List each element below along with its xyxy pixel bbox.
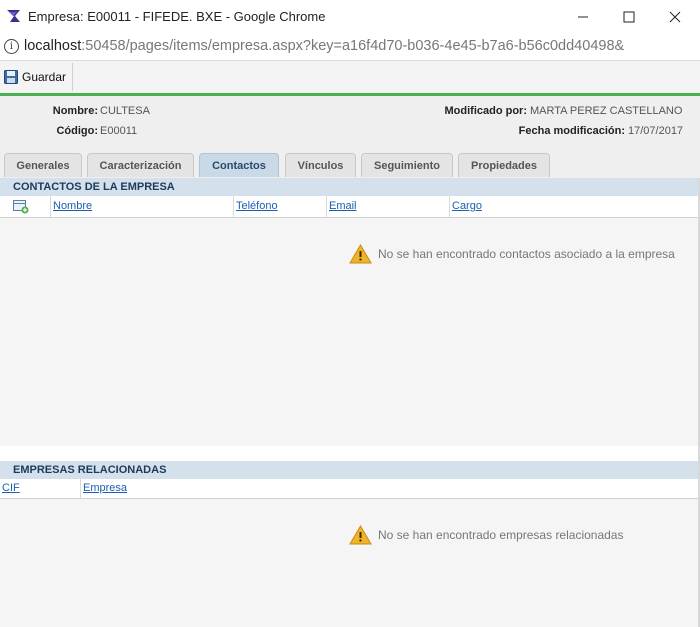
column-cargo[interactable]: Cargo — [449, 196, 700, 217]
empresas-empty-message: No se han encontrado empresas relacionad… — [349, 525, 623, 545]
tab-propiedades[interactable]: Propiedades — [458, 153, 550, 177]
toolbar: Guardar — [0, 61, 700, 96]
info-icon[interactable]: i — [4, 39, 19, 54]
minimize-icon[interactable] — [560, 0, 606, 33]
codigo-value: E00011 — [100, 125, 138, 137]
section-spacer — [0, 446, 700, 461]
url-path: :50458/pages/items/empresa.aspx?key=a16f… — [81, 38, 625, 54]
window-titlebar: Empresa: E00011 - FIFEDE. BXE - Google C… — [0, 0, 700, 34]
contactos-section-title: CONTACTOS DE LA EMPRESA — [0, 178, 700, 196]
tab-generales[interactable]: Generales — [4, 153, 82, 177]
modificado-value: MARTA PEREZ CASTELLANO — [530, 105, 683, 117]
tab-contactos[interactable]: Contactos — [199, 153, 279, 177]
nombre-label: Nombre: — [52, 105, 98, 117]
column-nombre[interactable]: Nombre — [50, 196, 233, 217]
tab-seguimiento[interactable]: Seguimiento — [361, 153, 453, 177]
codigo-label: Código: — [56, 125, 98, 137]
contactos-panel: No se han encontrado contactos asociado … — [0, 218, 700, 446]
add-contact-button[interactable] — [0, 196, 50, 217]
column-empresa[interactable]: Empresa — [80, 479, 700, 498]
fecha-label: Fecha modificación: — [518, 125, 625, 137]
contactos-empty-text: No se han encontrado contactos asociado … — [378, 247, 675, 261]
fecha-value: 17/07/2017 — [628, 125, 684, 137]
empresas-section-title: EMPRESAS RELACIONADAS — [0, 461, 700, 479]
empresas-panel: No se han encontrado empresas relacionad… — [0, 499, 700, 627]
warning-icon — [349, 244, 372, 264]
tab-bar: Generales Caracterización Contactos Vínc… — [0, 153, 700, 178]
close-icon[interactable] — [652, 0, 698, 33]
tab-vinculos[interactable]: Vínculos — [285, 153, 356, 177]
url-text[interactable]: localhost:50458/pages/items/empresa.aspx… — [24, 38, 624, 54]
url-host: localhost — [24, 38, 82, 54]
tab-caracterizacion[interactable]: Caracterización — [87, 153, 194, 177]
nombre-value: CULTESA — [100, 105, 150, 117]
app-logo-icon — [7, 10, 20, 22]
empresas-table-header: CIF Empresa — [0, 479, 700, 499]
save-button[interactable]: Guardar — [0, 63, 74, 91]
column-telefono[interactable]: Teléfono — [233, 196, 326, 217]
contactos-empty-message: No se han encontrado contactos asociado … — [349, 244, 675, 264]
warning-icon — [349, 525, 372, 545]
floppy-disk-icon — [4, 70, 18, 84]
empresas-empty-text: No se han encontrado empresas relacionad… — [378, 528, 624, 542]
modificado-label: Modificado por: — [444, 105, 528, 117]
column-cif[interactable]: CIF — [0, 479, 80, 498]
address-bar[interactable]: i localhost:50458/pages/items/empresa.as… — [0, 33, 700, 61]
window-title: Empresa: E00011 - FIFEDE. BXE - Google C… — [28, 9, 326, 24]
maximize-icon[interactable] — [606, 0, 652, 33]
record-header: Nombre: CULTESA Código: E00011 Modificad… — [0, 96, 700, 153]
column-email[interactable]: Email — [326, 196, 449, 217]
add-row-icon — [13, 200, 29, 214]
contactos-table-header: Nombre Teléfono Email Cargo — [0, 196, 700, 218]
save-label: Guardar — [22, 70, 67, 84]
